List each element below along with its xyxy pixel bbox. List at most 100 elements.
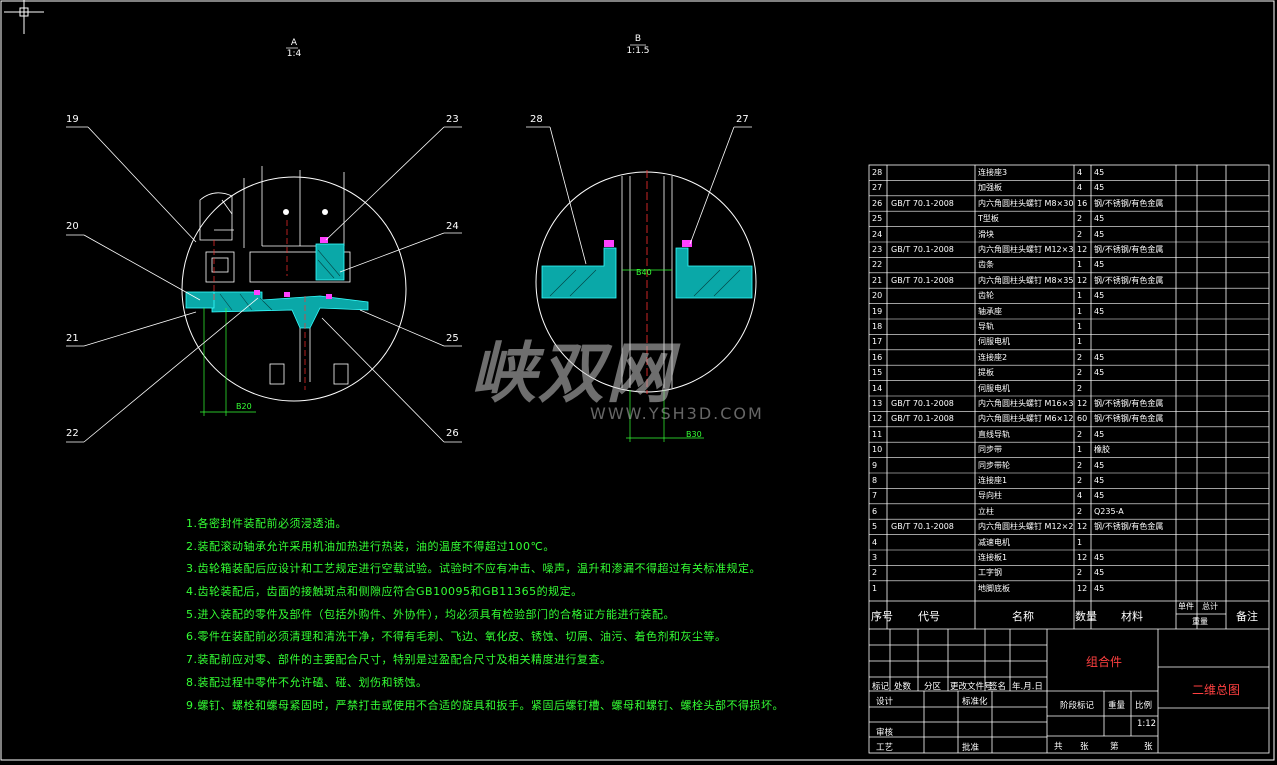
- bom-row: 7 导向柱 4 45: [869, 488, 1269, 503]
- bom-cell-qty: 2: [1077, 352, 1083, 362]
- bom-row: 8 连接座1 2 45: [869, 473, 1269, 488]
- bom-cell-qty: 2: [1077, 568, 1083, 578]
- bom-row: 14 伺服电机 2: [869, 381, 1269, 396]
- bom-cell-qty: 2: [1077, 476, 1083, 485]
- bom-cell-qty: 12: [1077, 275, 1088, 285]
- technical-requirements: 1.各密封件装配前必须浸透油。 2.装配滚动轴承允许采用机油加热进行热装，油的温…: [186, 513, 826, 717]
- bom-cell-mat: 钢/不锈钢/有色金属: [1094, 414, 1164, 424]
- bom-cell-mat: 45: [1094, 183, 1105, 193]
- bom-cell-qty: 2: [1077, 429, 1083, 439]
- bom-cell-no: 28: [872, 168, 883, 177]
- bom-cell-mat: 45: [1094, 476, 1105, 485]
- bom-cell-no: 22: [872, 260, 883, 270]
- bom-cell-name: 减速电机: [978, 537, 1010, 547]
- bom-cell-mat: 钢/不锈钢/有色金属: [1094, 399, 1164, 408]
- bom-cell-mat: 钢/不锈钢/有色金属: [1094, 198, 1164, 208]
- bom-cell-name: 导轨: [978, 322, 994, 331]
- bom-row: 24 滑块 2 45: [869, 227, 1269, 242]
- tb-weight: 重量: [1108, 701, 1126, 711]
- callout-20: 20: [66, 221, 79, 232]
- bom-cell-no: 13: [872, 399, 883, 408]
- bom-cell-qty: 1: [1077, 537, 1083, 547]
- bom-cell-no: 8: [872, 476, 878, 485]
- bom-cell-qty: 1: [1077, 337, 1083, 347]
- bom-cell-qty: 1: [1077, 306, 1083, 316]
- bom-header-weight: 重量: [1192, 617, 1208, 626]
- tb-part-name: 组合件: [1086, 655, 1123, 669]
- bom-cell-no: 5: [872, 522, 878, 532]
- bom-header-no: 序号: [871, 610, 893, 623]
- tb-count: 处数: [894, 682, 912, 692]
- bom-cell-mat: 45: [1094, 583, 1105, 593]
- tb-page: 第: [1110, 742, 1119, 752]
- bom-cell-mat: 45: [1094, 168, 1105, 177]
- bom-cell-name: 同步带: [978, 445, 1002, 455]
- watermark-brand: 峡双网: [470, 335, 674, 412]
- bom-cell-qty: 4: [1077, 491, 1083, 501]
- bom-cell-qty: 12: [1077, 583, 1088, 593]
- callout-27: 27: [736, 114, 749, 125]
- bom-cell-qty: 1: [1077, 322, 1083, 331]
- callout-26: 26: [446, 428, 459, 439]
- bom-cell-mat: 钢/不锈钢/有色金属: [1094, 245, 1164, 254]
- bom-row: 4 减速电机 1: [869, 535, 1269, 550]
- bom-cell-name: 直线导轨: [978, 429, 1010, 439]
- bom-cell-name: 内六角圆柱头螺钉 M8×35: [978, 275, 1073, 285]
- bom-cell-no: 6: [872, 506, 878, 516]
- bom-cell-name: 工字钢: [978, 568, 1002, 578]
- dimension-b40: B40: [636, 268, 652, 277]
- bom-cell-qty: 1: [1077, 291, 1083, 301]
- tb-std: 标准化: [962, 697, 988, 707]
- bom-cell-name: 内六角圆柱头螺钉 M8×30: [978, 198, 1073, 208]
- bom-row: 27 加强板 4 45: [869, 180, 1269, 195]
- bom-cell-mat: 45: [1094, 352, 1105, 362]
- tb-approve: 批准: [962, 743, 980, 753]
- bom-cell-qty: 2: [1077, 229, 1083, 239]
- bom-cell-qty: 16: [1077, 198, 1088, 208]
- bom-row: 6 立柱 2 Q235-A: [869, 504, 1269, 519]
- tb-docno: 更改文件号: [950, 682, 993, 692]
- bom-cell-qty: 2: [1077, 506, 1083, 516]
- bom-table: 28 连接座3 4 45 27 加强板 4 45 26 GB/T 70.1-2008 内六角圆柱头螺…: [869, 165, 1269, 753]
- bom-cell-name: 齿轮: [978, 291, 994, 301]
- bom-cell-no: 1: [872, 583, 878, 593]
- bom-cell-mat: 钢/不锈钢/有色金属: [1094, 275, 1164, 285]
- bom-cell-no: 9: [872, 460, 878, 470]
- bom-cell-qty: 60: [1077, 414, 1088, 424]
- bom-header-material: 材料: [1121, 610, 1143, 623]
- bom-header-remark: 备注: [1236, 610, 1258, 623]
- bom-cell-qty: 12: [1077, 399, 1088, 408]
- bom-cell-mat: 45: [1094, 491, 1105, 501]
- bom-row: 15 提板 2 45: [869, 365, 1269, 380]
- dimension-b20: B20: [236, 402, 252, 411]
- bom-cell-name: 立柱: [978, 506, 994, 516]
- bom-cell-name: 伺服电机: [978, 337, 1010, 347]
- tb-scale: 比例: [1135, 701, 1153, 711]
- note-2: 2.装配滚动轴承允许采用机油加热进行热装，油的温度不得超过100℃。: [186, 539, 555, 553]
- bom-cell-name: 连接座1: [978, 476, 1008, 485]
- bom-cell-mat: 45: [1094, 429, 1105, 439]
- bom-cell-name: 同步带轮: [978, 460, 1010, 470]
- callout-25: 25: [446, 333, 459, 344]
- bom-cell-qty: 2: [1077, 214, 1083, 224]
- bom-cell-name: T型板: [978, 214, 999, 224]
- note-4: 4.齿轮装配后，齿面的接触斑点和侧隙应符合GB10095和GB11365的规定。: [186, 585, 583, 599]
- tb-date: 年.月.日: [1012, 682, 1043, 692]
- tb-zone: 分区: [924, 682, 942, 692]
- note-6: 6.零件在装配前必须清理和清洗干净，不得有毛刺、飞边、氧化皮、锈蚀、切屑、油污、…: [186, 630, 727, 644]
- bom-cell-code: GB/T 70.1-2008: [891, 275, 954, 285]
- callout-23: 23: [446, 114, 459, 125]
- watermark-url: WWW.YSH3D.COM: [590, 404, 764, 423]
- bom-row: 2 工字钢 2 45: [869, 565, 1269, 580]
- bom-row: 26 GB/T 70.1-2008 内六角圆柱头螺钉 M8×30 16 钢/不锈钢/有色…: [869, 196, 1269, 211]
- note-1: 1.各密封件装配前必须浸透油。: [186, 517, 347, 530]
- bom-cell-code: GB/T 70.1-2008: [891, 522, 954, 532]
- bom-cell-name: 连接座3: [978, 168, 1008, 177]
- bom-header-single: 单件: [1178, 602, 1194, 611]
- bom-cell-name: 滑块: [978, 229, 994, 239]
- detail-view-a: [66, 47, 462, 443]
- view-a-scale: 1:4: [286, 49, 302, 59]
- bom-cell-name: 内六角圆柱头螺钉 M16×30: [978, 399, 1073, 408]
- bom-cell-mat: 45: [1094, 368, 1105, 378]
- bom-cell-no: 24: [872, 229, 883, 239]
